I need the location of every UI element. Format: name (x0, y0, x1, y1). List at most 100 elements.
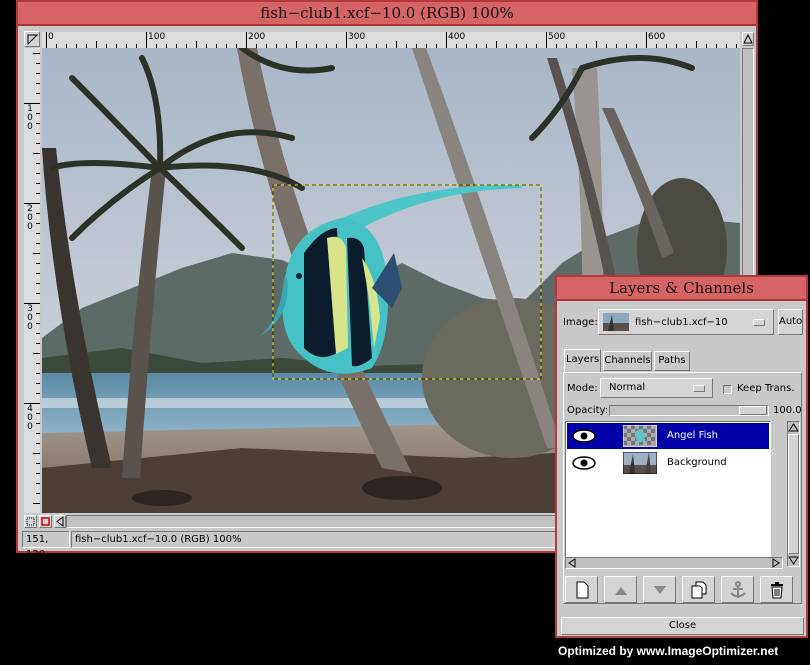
vertical-ruler[interactable]: 100200300400 (24, 48, 40, 513)
ruler-minor-tick (96, 41, 97, 48)
new-page-icon (576, 581, 588, 599)
ruler-minor-tick (36, 133, 40, 134)
ruler-minor-tick (36, 113, 40, 114)
eye-icon[interactable] (571, 455, 597, 471)
arrow-right-icon[interactable] (771, 558, 781, 568)
horizontal-ruler[interactable]: 0 100 200 300 400 500 600 (42, 32, 740, 48)
ruler-minor-tick (36, 423, 40, 424)
ruler-minor-tick (36, 283, 40, 284)
duplicate-layer-button[interactable] (682, 576, 715, 603)
lower-layer-button[interactable] (643, 576, 676, 603)
ruler-minor-tick (33, 403, 40, 404)
layer-row-angel-fish[interactable]: Angel Fish (567, 423, 769, 449)
keep-trans-checkbox[interactable] (723, 385, 732, 394)
arrow-down-icon (653, 586, 666, 594)
opacity-slider-handle[interactable] (739, 406, 767, 415)
tab-paths[interactable]: Paths (654, 351, 690, 371)
ruler-minor-tick (146, 41, 147, 48)
ruler-minor-tick (646, 41, 647, 48)
layer-list[interactable]: Angel Fish Background (565, 421, 771, 567)
ruler-minor-tick (33, 153, 40, 154)
ruler-label: 600 (648, 32, 666, 42)
mode-select-value: Normal (609, 382, 646, 393)
ruler-label: 0 (27, 122, 33, 132)
eye-icon[interactable] (571, 428, 597, 444)
ruler-minor-tick (36, 373, 40, 374)
delete-layer-button[interactable] (760, 576, 793, 603)
layer-thumbnail-angel-fish (623, 425, 657, 447)
quickmask-off-button[interactable] (24, 515, 37, 528)
arrow-left-icon[interactable] (567, 558, 577, 568)
ruler-minor-tick (36, 363, 40, 364)
opacity-slider[interactable] (609, 405, 769, 416)
arrow-up-icon[interactable] (788, 422, 799, 433)
ruler-minor-tick (246, 41, 247, 48)
ruler-minor-tick (36, 343, 40, 344)
close-button[interactable]: Close (561, 617, 804, 635)
ruler-minor-tick (36, 173, 40, 174)
opacity-label: Opacity: (567, 405, 609, 416)
scroll-up-button[interactable] (742, 32, 754, 46)
new-layer-button[interactable] (565, 576, 598, 603)
anchor-icon (729, 581, 746, 598)
ruler-minor-tick (36, 273, 40, 274)
ruler-minor-tick (36, 63, 40, 64)
anchor-layer-button[interactable] (721, 576, 754, 603)
optimizer-footer-text: Optimized by www.ImageOptimizer.net (558, 644, 779, 658)
ruler-minor-tick (36, 313, 40, 314)
ruler-minor-tick (33, 103, 40, 104)
ruler-minor-tick (36, 183, 40, 184)
ruler-minor-tick (396, 41, 397, 48)
trash-icon (770, 582, 783, 599)
layer-list-vscrollbar[interactable] (787, 421, 800, 567)
image-select-value: fish−club1.xcf−10 (635, 317, 728, 328)
status-bar: fish−club1.xcf−10.0 (RGB) 100% (71, 531, 556, 548)
mode-select[interactable]: Normal (600, 378, 713, 398)
arrow-down-icon[interactable] (788, 555, 799, 566)
arrow-up-icon (614, 587, 627, 595)
image-thumbnail-icon (603, 313, 629, 331)
ruler-label: 200 (248, 32, 266, 42)
arrow-up-icon (743, 33, 753, 44)
raise-layer-button[interactable] (604, 576, 637, 603)
ruler-minor-tick (296, 41, 297, 48)
ruler-minor-tick (496, 41, 497, 48)
layer-list-vscroll-thumb[interactable] (788, 434, 799, 554)
image-window-title[interactable]: fish−club1.xcf−10.0 (RGB) 100% (18, 2, 756, 26)
tab-channels[interactable]: Channels (603, 351, 652, 371)
option-menu-indicator-icon (753, 319, 765, 326)
opacity-value: 100.0 (773, 405, 802, 416)
ruler-minor-tick (33, 303, 40, 304)
layer-name-background: Background (667, 457, 727, 468)
layer-row-background[interactable]: Background (567, 450, 769, 476)
ruler-label: 400 (448, 32, 466, 42)
ruler-minor-tick (46, 41, 47, 48)
tab-layers[interactable]: Layers (564, 349, 601, 373)
ruler-minor-tick (36, 393, 40, 394)
ruler-minor-tick (36, 293, 40, 294)
ruler-minor-tick (33, 203, 40, 204)
menu-arrow-button[interactable] (24, 31, 40, 47)
ruler-minor-tick (36, 163, 40, 164)
ruler-label: 300 (348, 32, 366, 42)
ruler-minor-tick (446, 41, 447, 48)
ruler-minor-tick (36, 223, 40, 224)
auto-button[interactable]: Auto (778, 309, 803, 335)
coordinates-display: 151, 120 (22, 531, 70, 560)
arrow-left-icon (56, 516, 64, 527)
layer-list-hscrollbar[interactable] (565, 557, 783, 569)
horizontal-scrollbar[interactable] (66, 515, 556, 528)
ruler-minor-tick (36, 123, 40, 124)
ruler-minor-tick (36, 233, 40, 234)
ruler-minor-tick (36, 443, 40, 444)
ruler-minor-tick (196, 41, 197, 48)
keep-trans-label: Keep Trans. (737, 383, 795, 394)
scroll-left-button[interactable] (54, 515, 66, 528)
ruler-minor-tick (33, 503, 40, 504)
ruler-minor-tick (596, 41, 597, 48)
quickmask-on-button[interactable] (39, 515, 52, 528)
image-select[interactable]: fish−club1.xcf−10 (598, 309, 774, 335)
layers-dialog-title[interactable]: Layers & Channels (557, 277, 806, 301)
ruler-minor-tick (36, 73, 40, 74)
ruler-minor-tick (36, 193, 40, 194)
